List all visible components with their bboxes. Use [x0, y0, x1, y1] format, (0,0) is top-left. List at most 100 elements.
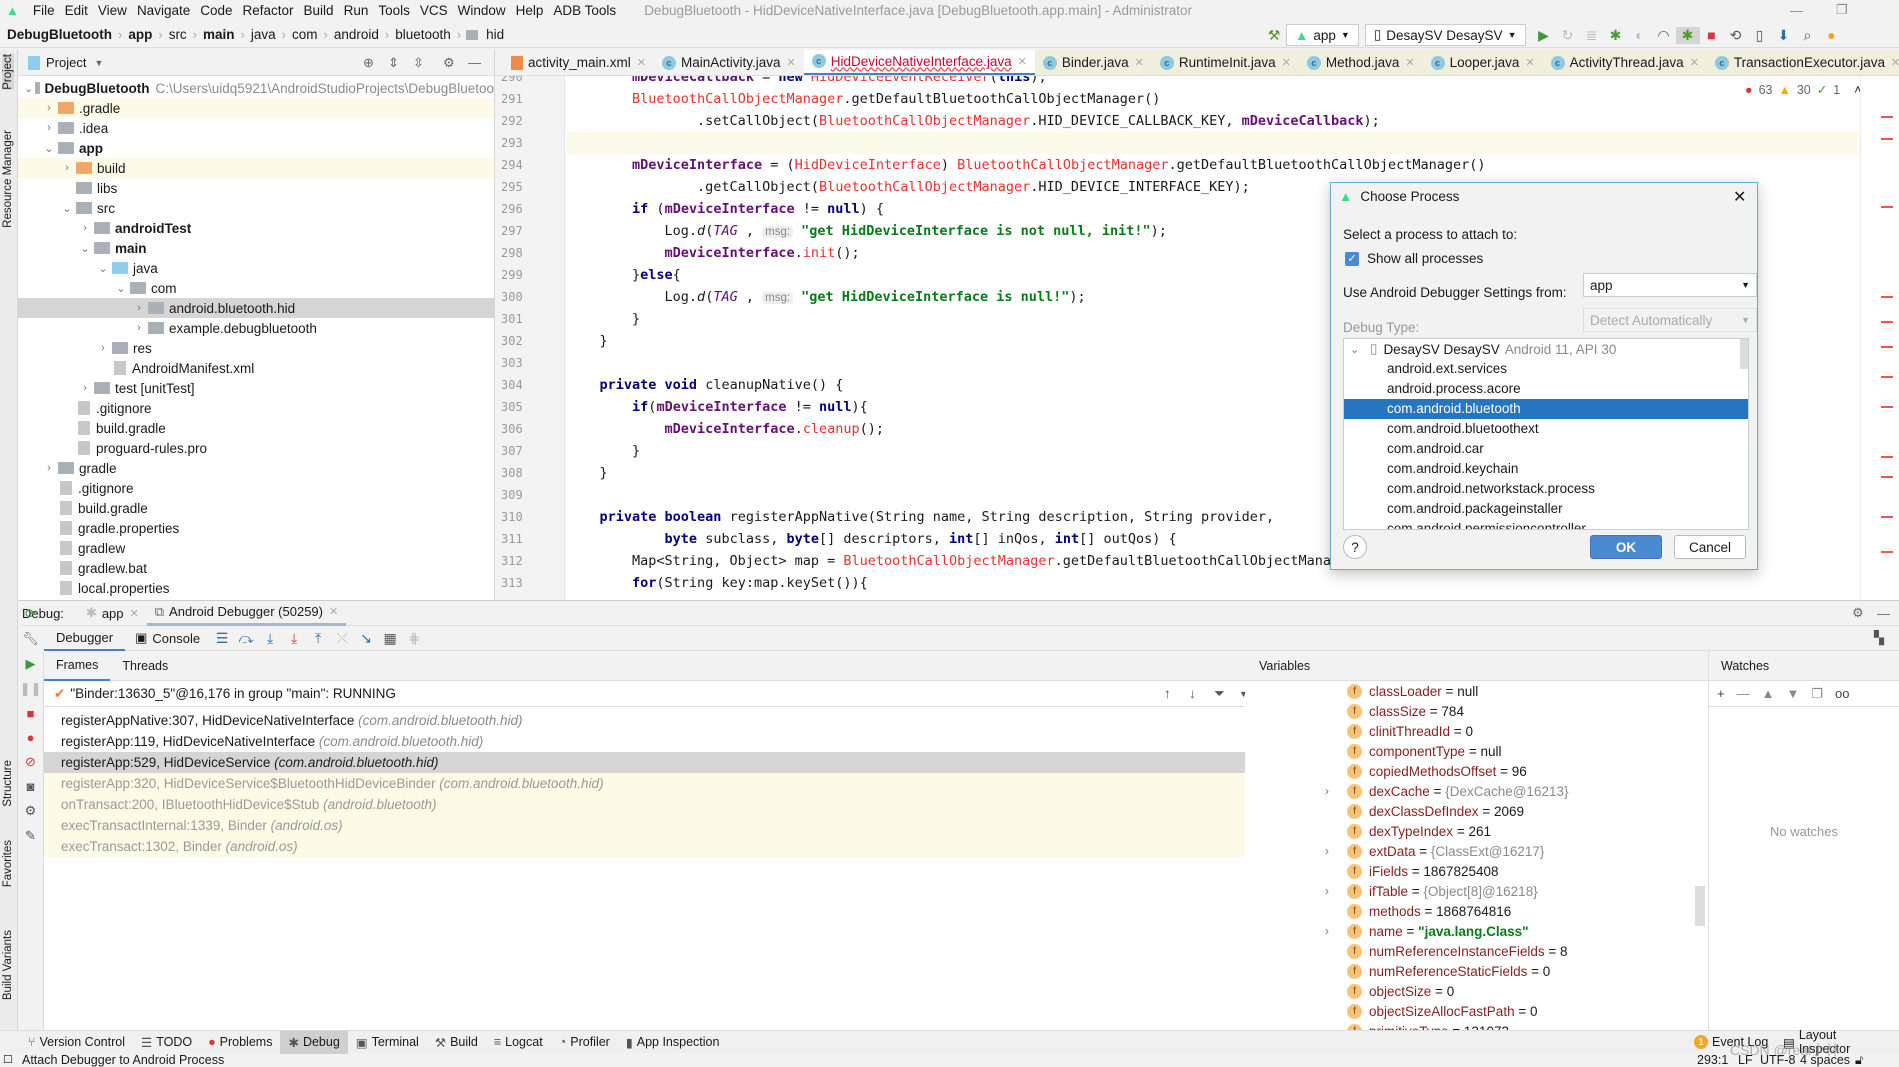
- tree-item[interactable]: gradlew: [18, 538, 494, 558]
- session-tab-app[interactable]: ✱ app ✕: [78, 601, 147, 626]
- close-icon[interactable]: ✕: [1525, 56, 1534, 69]
- chevron-right-icon[interactable]: ›: [96, 342, 110, 354]
- tree-item[interactable]: ⌄ app: [18, 138, 494, 158]
- force-step-into-icon[interactable]: ⤓: [282, 630, 306, 647]
- hide-icon[interactable]: —: [468, 55, 481, 70]
- menu-refactor[interactable]: Refactor: [243, 3, 294, 18]
- stack-frame[interactable]: execTransact:1302, Binder (android.os): [44, 836, 1263, 857]
- scrollbar[interactable]: [1695, 886, 1705, 926]
- run-config-dropdown[interactable]: ▲ app ▼: [1286, 24, 1359, 46]
- tab-console[interactable]: ▣ Console: [125, 626, 210, 651]
- menu-code[interactable]: Code: [200, 3, 232, 18]
- filter-icon[interactable]: ⏷: [1214, 686, 1225, 702]
- process-item[interactable]: com.android.permissioncontroller: [1344, 519, 1748, 529]
- indent-setting[interactable]: 4 spaces: [1800, 1053, 1850, 1067]
- chevron-down-icon[interactable]: ⌄: [96, 262, 110, 275]
- pause-icon[interactable]: ❚❚: [20, 681, 42, 697]
- show-all-processes-checkbox[interactable]: ✓ Show all processes: [1345, 251, 1483, 266]
- ok-button[interactable]: OK: [1590, 535, 1662, 559]
- search-icon[interactable]: ⌕: [1796, 27, 1820, 44]
- settings-from-dropdown[interactable]: app ▼: [1583, 273, 1757, 297]
- tree-item[interactable]: › gradle: [18, 458, 494, 478]
- tree-item[interactable]: build.gradle: [18, 498, 494, 518]
- move-down-icon[interactable]: ▼: [1786, 686, 1799, 701]
- tool-logcat[interactable]: ≡ Logcat: [486, 1031, 551, 1054]
- camera-icon[interactable]: ◙: [27, 779, 35, 794]
- menu-tools[interactable]: Tools: [378, 3, 410, 18]
- toggle-tool-windows-icon[interactable]: ☐: [3, 1053, 13, 1067]
- rerun-icon[interactable]: ⟳: [25, 606, 36, 622]
- close-icon[interactable]: ✕: [329, 605, 338, 618]
- code-line[interactable]: mDeviceInterface = (HidDeviceInterface) …: [567, 154, 1860, 176]
- locate-icon[interactable]: ⊕: [363, 55, 374, 71]
- debug-icon[interactable]: ✱: [1604, 27, 1628, 44]
- project-view-selector[interactable]: Project: [46, 55, 86, 70]
- move-up-icon[interactable]: ▲: [1762, 686, 1775, 701]
- tree-item[interactable]: ⌄ src: [18, 198, 494, 218]
- tool-window-build-variants[interactable]: Build Variants: [2, 930, 14, 1000]
- settings-icon[interactable]: ⚙: [25, 803, 37, 819]
- variable-row[interactable]: f objectSize = 0: [1325, 981, 1454, 1001]
- step-over-icon[interactable]: ⤼: [234, 630, 258, 647]
- variable-row[interactable]: f classSize = 784: [1325, 701, 1464, 721]
- tree-item[interactable]: ⌄ DebugBluetooth C:\Users\uidq5921\Android…: [18, 78, 494, 98]
- tool-todo[interactable]: ☰ TODO: [133, 1031, 200, 1054]
- add-icon[interactable]: +: [1717, 686, 1725, 701]
- process-item[interactable]: android.ext.services: [1344, 359, 1748, 379]
- stack-frame[interactable]: onTransact:200, IBluetoothHidDevice$Stub…: [44, 794, 1263, 815]
- menu-navigate[interactable]: Navigate: [137, 3, 190, 18]
- process-item[interactable]: com.android.networkstack.process: [1344, 479, 1748, 499]
- process-item[interactable]: com.android.car: [1344, 439, 1748, 459]
- close-icon[interactable]: ✕: [1405, 56, 1414, 69]
- variable-row[interactable]: f numReferenceStaticFields = 0: [1325, 961, 1550, 981]
- menu-build[interactable]: Build: [304, 3, 334, 18]
- code-line[interactable]: for(String key:map.keySet()){: [567, 572, 1860, 594]
- tool-debug[interactable]: ✱ Debug: [280, 1030, 348, 1054]
- attach-debugger-icon[interactable]: ✱: [1675, 26, 1700, 44]
- breadcrumb-item[interactable]: com: [289, 27, 321, 42]
- breadcrumb-item[interactable]: app: [125, 27, 155, 42]
- close-icon[interactable]: ✕: [637, 56, 646, 69]
- scrollbar[interactable]: [1740, 339, 1748, 369]
- chevron-down-icon[interactable]: ⌄: [42, 142, 56, 155]
- tree-item[interactable]: ⌄ com: [18, 278, 494, 298]
- code-line[interactable]: [567, 132, 1860, 154]
- process-item[interactable]: com.android.keychain: [1344, 459, 1748, 479]
- show-execution-point-icon[interactable]: ☰: [210, 630, 234, 647]
- chevron-right-icon[interactable]: ›: [132, 302, 146, 314]
- view-breakpoints-icon[interactable]: ●: [27, 730, 35, 745]
- tab-frames[interactable]: Frames: [44, 651, 111, 681]
- tree-item[interactable]: .gitignore: [18, 398, 494, 418]
- tab-debugger[interactable]: Debugger: [44, 626, 126, 651]
- tree-item[interactable]: › build: [18, 158, 494, 178]
- chevron-down-icon[interactable]: ⌄: [60, 202, 74, 215]
- tool-window-resource-manager[interactable]: Resource Manager: [2, 130, 14, 228]
- editor-tab[interactable]: cTransactionExecutor.java✕: [1706, 50, 1899, 75]
- chevron-right-icon[interactable]: ›: [42, 122, 56, 134]
- caret-position[interactable]: 293:1: [1697, 1053, 1728, 1067]
- remove-icon[interactable]: —: [1737, 686, 1750, 701]
- tree-item[interactable]: ⌄ java: [18, 258, 494, 278]
- gear-icon[interactable]: ⚙: [1852, 605, 1864, 621]
- arrow-down-icon[interactable]: ↓: [1189, 686, 1196, 701]
- editor-tab[interactable]: activity_main.xml ✕: [503, 50, 654, 75]
- tree-item[interactable]: › androidTest: [18, 218, 494, 238]
- run-icon[interactable]: ▶: [1532, 27, 1556, 44]
- tree-item[interactable]: gradle.properties: [18, 518, 494, 538]
- sdk-manager-icon[interactable]: ⬇: [1772, 27, 1796, 44]
- arrow-up-icon[interactable]: ↑: [1164, 686, 1171, 701]
- cancel-button[interactable]: Cancel: [1674, 535, 1746, 559]
- menu-adb-tools[interactable]: ADB Tools: [553, 3, 616, 18]
- stack-frame[interactable]: registerAppNative:307, HidDeviceNativeIn…: [44, 710, 1263, 731]
- process-item[interactable]: com.android.packageinstaller: [1344, 499, 1748, 519]
- wrench-icon[interactable]: 🔧︎: [22, 631, 39, 647]
- stop-icon[interactable]: ■: [27, 706, 35, 721]
- breadcrumb-item[interactable]: src: [166, 27, 190, 42]
- pin-icon[interactable]: ✎: [25, 828, 36, 844]
- error-stripe[interactable]: [1860, 76, 1899, 600]
- close-icon[interactable]: ✕: [787, 56, 796, 69]
- monitor-icon[interactable]: ◠: [1652, 27, 1676, 44]
- editor-tab[interactable]: c Looper.java ✕: [1422, 50, 1543, 75]
- chevron-right-icon[interactable]: ›: [78, 382, 92, 394]
- code-line[interactable]: .setCallObject(BluetoothCallObjectManage…: [567, 110, 1860, 132]
